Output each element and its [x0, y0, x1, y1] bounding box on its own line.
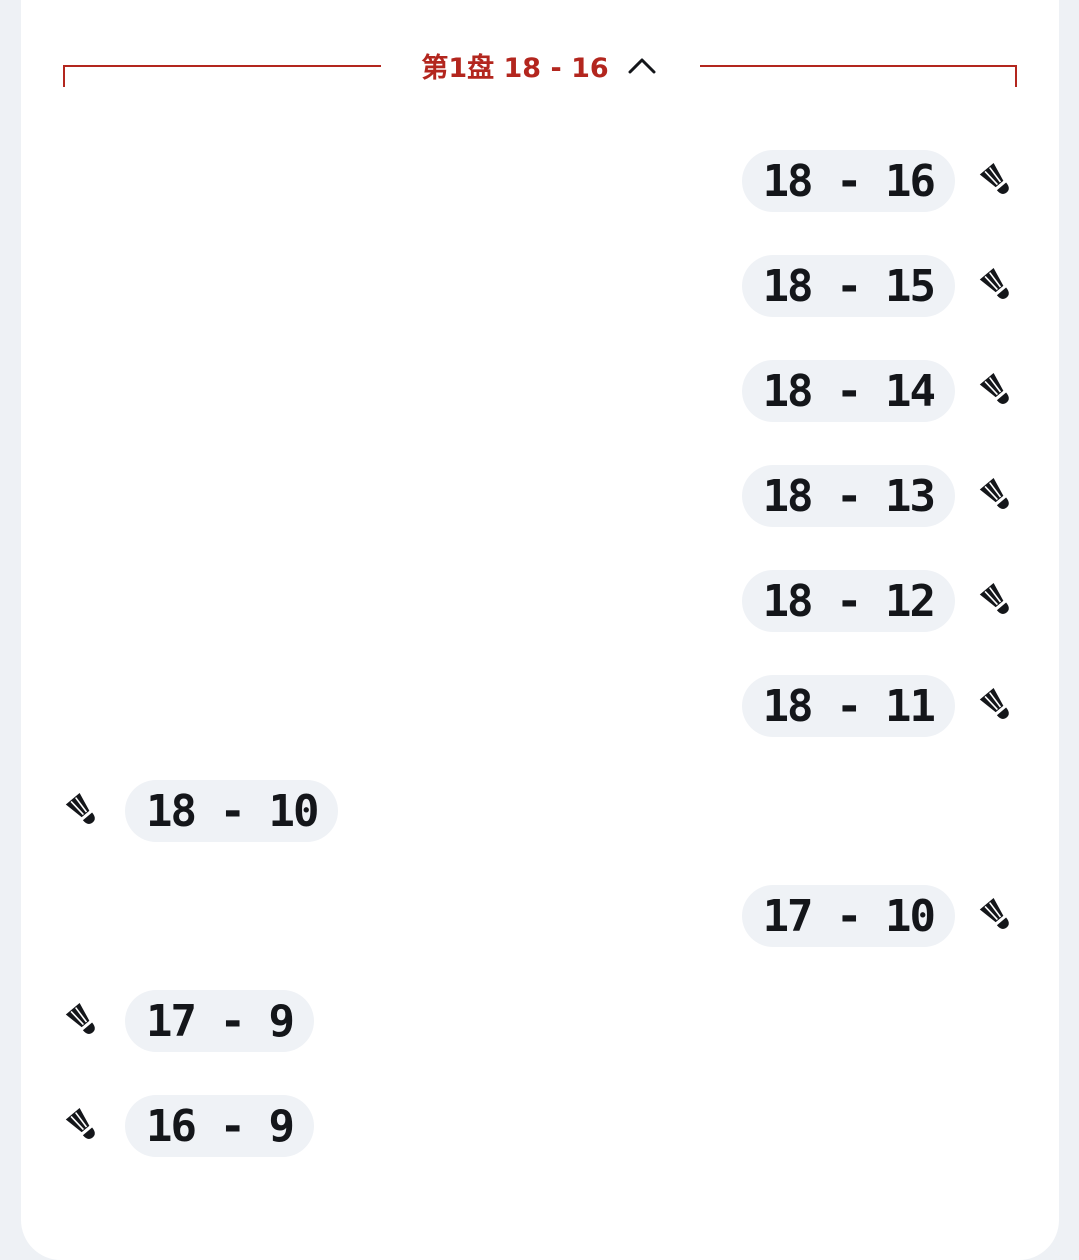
rally-row: 17 - 9 [63, 989, 1017, 1053]
score-pill: 18 - 12 [741, 570, 955, 632]
shuttlecock-icon [977, 371, 1017, 411]
rally-row: 18 - 10 [63, 779, 1017, 843]
score-pill: 16 - 9 [125, 1095, 314, 1157]
shuttlecock-icon [63, 1001, 103, 1041]
score-pill: 18 - 14 [741, 360, 955, 422]
shuttlecock-icon [977, 476, 1017, 516]
set-toggle-button[interactable]: 第1盘 18 - 16 [380, 40, 700, 90]
rally-row: 16 - 9 [63, 1094, 1017, 1158]
header-bracket-left [63, 65, 381, 87]
rally-row: 17 - 10 [63, 884, 1017, 948]
set-header: 第1盘 18 - 16 [0, 0, 1079, 130]
score-pill: 18 - 16 [741, 150, 955, 212]
rally-row: 18 - 12 [63, 569, 1017, 633]
shuttlecock-icon [977, 896, 1017, 936]
score-pill: 17 - 10 [741, 885, 955, 947]
shuttlecock-icon [977, 266, 1017, 306]
header-bracket-right [700, 65, 1017, 87]
shuttlecock-icon [977, 161, 1017, 201]
shuttlecock-icon [63, 791, 103, 831]
shuttlecock-icon [977, 581, 1017, 621]
score-pill: 18 - 13 [741, 465, 955, 527]
rally-row: 18 - 15 [63, 254, 1017, 318]
shuttlecock-icon [63, 1106, 103, 1146]
score-pill: 18 - 10 [125, 780, 339, 842]
rally-row: 18 - 13 [63, 464, 1017, 528]
score-pill: 17 - 9 [125, 990, 314, 1052]
chevron-up-icon [625, 48, 659, 82]
rally-row: 18 - 11 [63, 674, 1017, 738]
rally-row: 18 - 14 [63, 359, 1017, 423]
set-score-label: 第1盘 18 - 16 [421, 52, 609, 84]
score-pill: 18 - 11 [741, 675, 955, 737]
score-pill: 18 - 15 [741, 255, 955, 317]
rally-row: 18 - 16 [63, 149, 1017, 213]
shuttlecock-icon [977, 686, 1017, 726]
